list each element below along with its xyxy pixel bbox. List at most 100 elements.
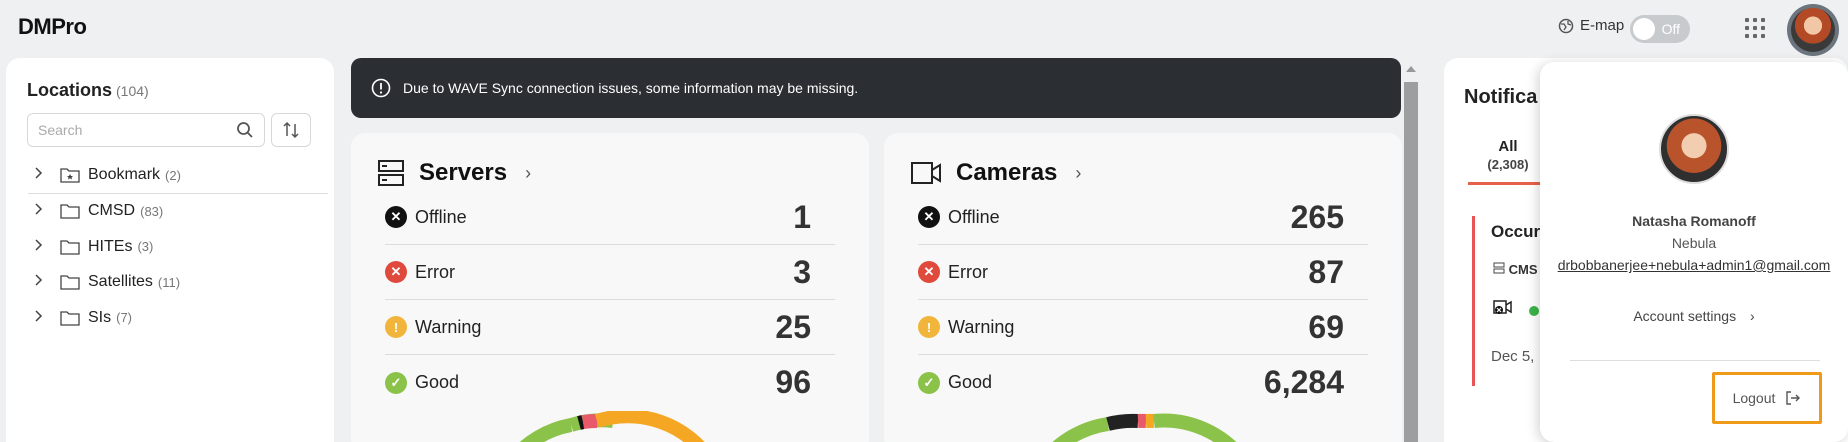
emap-toggle[interactable]: Off xyxy=(1630,15,1690,43)
stat-label: Offline xyxy=(415,206,467,227)
tree-item-sis[interactable]: SIs (7) xyxy=(28,300,328,336)
servers-title: Servers xyxy=(419,159,508,186)
camera-offline-icon xyxy=(1493,298,1513,321)
account-settings-label: Account settings xyxy=(1633,308,1737,324)
chevron-right-icon[interactable]: › xyxy=(1075,163,1081,184)
bookmark-folder-icon xyxy=(60,168,80,183)
app-title: DMPro xyxy=(18,14,87,39)
stat-label: Warning xyxy=(948,316,1015,337)
globe-icon xyxy=(1558,18,1574,33)
tree-item-bookmark[interactable]: Bookmark (2) xyxy=(28,158,328,194)
search-box xyxy=(27,113,265,147)
good-icon: ✓ xyxy=(918,371,940,394)
apps-grid-icon[interactable] xyxy=(1745,18,1765,38)
chevron-right-icon[interactable] xyxy=(34,273,54,291)
divider xyxy=(1570,360,1820,361)
tree-item-label: CMSD xyxy=(88,202,136,220)
chevron-right-icon[interactable]: › xyxy=(525,163,531,184)
user-avatar-button[interactable] xyxy=(1787,4,1839,56)
tree-item-label: Satellites xyxy=(88,273,153,291)
tab-all[interactable]: All (2,308) xyxy=(1468,138,1548,172)
user-email[interactable]: drbobbanerjee+nebula+admin1@gmail.com xyxy=(1540,257,1848,273)
stat-value: 25 xyxy=(775,308,811,345)
tree-item-count: (7) xyxy=(116,310,133,326)
cameras-status-gauge xyxy=(1052,413,1237,442)
tree-item-count: (3) xyxy=(137,239,154,255)
user-name: Natasha Romanoff xyxy=(1632,213,1756,229)
stat-value: 3 xyxy=(793,253,811,290)
stat-value: 96 xyxy=(775,364,811,400)
tree-item-satellites[interactable]: Satellites (11) xyxy=(28,265,328,301)
main-scrollbar[interactable] xyxy=(1404,64,1418,442)
profile-popup: Natasha Romanoff Nebula drbobbanerjee+ne… xyxy=(1540,62,1848,442)
notification-date: Dec 5, xyxy=(1491,348,1535,365)
tree-item-count: (83) xyxy=(140,203,164,219)
status-dot xyxy=(1529,306,1539,316)
server-icon xyxy=(378,160,404,186)
active-tab-indicator xyxy=(1468,182,1548,185)
tab-all-count: (2,308) xyxy=(1487,157,1529,172)
stat-value: 87 xyxy=(1308,253,1344,290)
logout-label: Logout xyxy=(1732,390,1776,406)
emap-control[interactable]: E-map xyxy=(1558,17,1624,34)
cameras-header[interactable]: Cameras › xyxy=(910,159,1081,187)
offline-icon: ✕ xyxy=(385,206,407,228)
sort-button[interactable] xyxy=(271,113,311,147)
locations-panel: Locations(104) Bookmark (2) CMSD (83) xyxy=(6,58,334,442)
tree-item-cmsd[interactable]: CMSD (83) xyxy=(28,194,328,230)
avatar xyxy=(1659,114,1729,184)
cameras-error-row[interactable]: ✕ Error 87 xyxy=(918,245,1368,300)
servers-error-row[interactable]: ✕ Error 3 xyxy=(385,245,835,300)
server-icon xyxy=(1493,262,1505,274)
tree-item-count: (11) xyxy=(157,274,181,290)
stat-value: 1 xyxy=(793,198,811,235)
servers-card: Servers › ✕ Offline 1 ✕ Error 3 ! Warnin… xyxy=(351,133,869,442)
tree-item-label: Bookmark xyxy=(88,166,161,184)
stat-label: Good xyxy=(415,372,460,392)
cameras-title: Cameras xyxy=(956,159,1058,186)
search-icon[interactable] xyxy=(236,121,254,139)
notification-title: Occur xyxy=(1491,222,1541,241)
tree-item-label: SIs xyxy=(88,308,112,326)
servers-offline-row[interactable]: ✕ Offline 1 xyxy=(385,190,835,245)
stat-label: Error xyxy=(948,261,988,282)
search-input[interactable] xyxy=(28,114,218,146)
folder-icon xyxy=(60,275,80,290)
logout-icon xyxy=(1786,391,1801,405)
chevron-right-icon[interactable] xyxy=(34,202,54,220)
chevron-right-icon: › xyxy=(1749,308,1755,324)
scrollbar-thumb[interactable] xyxy=(1404,82,1418,442)
cameras-good-row[interactable]: ✓ Good 6,284 xyxy=(918,355,1368,410)
tree-item-label: HITEs xyxy=(88,237,133,255)
good-icon: ✓ xyxy=(385,371,407,394)
cameras-warning-row[interactable]: ! Warning 69 xyxy=(918,300,1368,355)
offline-icon: ✕ xyxy=(918,206,940,228)
locations-count: (104) xyxy=(116,83,149,99)
logout-button[interactable]: Logout xyxy=(1712,372,1822,424)
servers-header[interactable]: Servers › xyxy=(377,159,531,187)
tree-item-hites[interactable]: HITEs (3) xyxy=(28,229,328,265)
servers-status-gauge xyxy=(519,411,705,442)
stat-value: 69 xyxy=(1308,308,1344,345)
servers-warning-row[interactable]: ! Warning 25 xyxy=(385,300,835,355)
folder-icon xyxy=(60,311,80,326)
stat-label: Error xyxy=(415,261,455,282)
banner-message: Due to WAVE Sync connection issues, some… xyxy=(403,80,859,96)
warning-icon: ! xyxy=(385,316,407,338)
folder-icon xyxy=(60,240,80,255)
scroll-up-arrow-icon[interactable] xyxy=(1406,66,1416,72)
sort-icon xyxy=(283,121,299,139)
stat-label: Warning xyxy=(415,316,482,337)
toggle-label: Off xyxy=(1661,21,1680,37)
stat-label: Offline xyxy=(948,206,1000,227)
chevron-right-icon[interactable] xyxy=(34,166,54,184)
chevron-right-icon[interactable] xyxy=(34,238,54,256)
stat-value: 6,284 xyxy=(1263,364,1344,400)
cameras-offline-row[interactable]: ✕ Offline 265 xyxy=(918,190,1368,245)
chevron-right-icon[interactable] xyxy=(34,309,54,327)
stat-value: 265 xyxy=(1290,198,1344,235)
servers-good-row[interactable]: ✓ Good 96 xyxy=(385,355,835,410)
account-settings-link[interactable]: Account settings › xyxy=(1540,308,1848,324)
cameras-card: Cameras › ✕ Offline 265 ✕ Error 87 ! War… xyxy=(884,133,1402,442)
notifications-title: Notifica xyxy=(1464,86,1538,108)
